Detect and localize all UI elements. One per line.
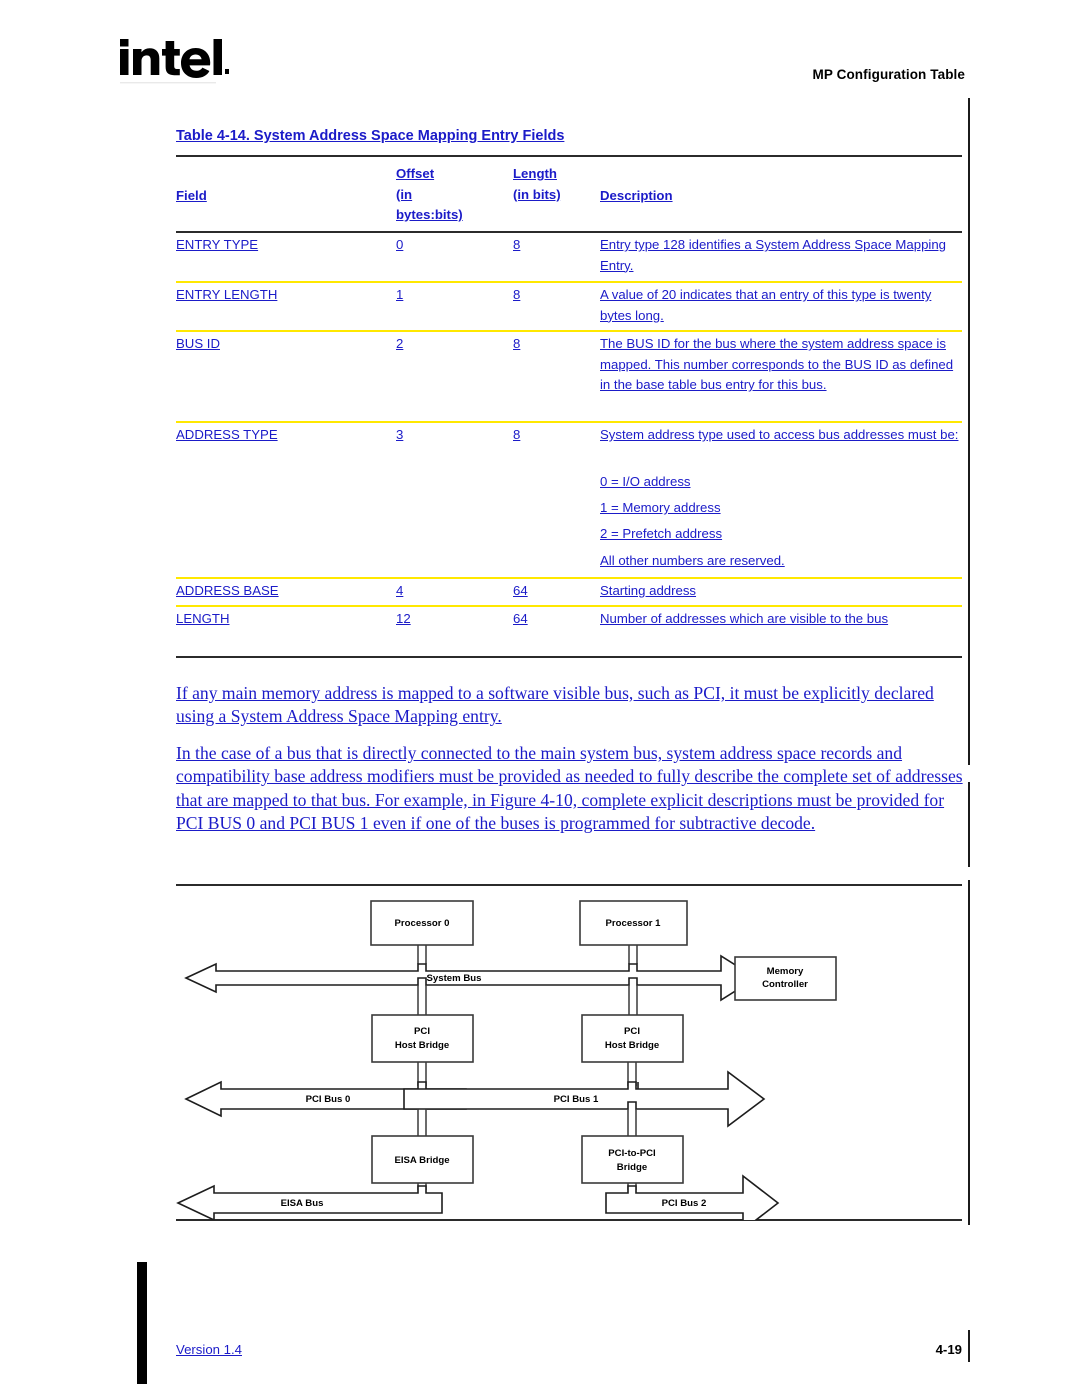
column-header-offset: Offset (in bytes:bits) — [396, 164, 463, 226]
change-bar-figure — [968, 880, 970, 1225]
figure-label-memory-controller-line-1: Memory — [767, 966, 804, 977]
column-header-offset-line-1: Offset — [396, 166, 435, 181]
figure-box-processor-0: Processor 0 — [370, 900, 474, 946]
table-row-length: 8 — [513, 237, 521, 252]
figure-label-pci-bus-0: PCI Bus 0 — [306, 1094, 351, 1105]
table-row-description-item: 1 = Memory address — [600, 500, 721, 515]
figure-rule-top — [176, 884, 962, 886]
table-row-description-item: 0 = I/O address — [600, 474, 691, 489]
table-row-description: A value of 20 indicates that an entry of… — [600, 287, 932, 323]
table-row-description: Number of addresses which are visible to… — [600, 611, 889, 626]
system-bus-block-diagram: .bx { fill:#fff; stroke:#3a3a3a; stroke-… — [176, 890, 962, 1220]
table-rule-row-1 — [176, 281, 962, 283]
column-header-offset-line-3: bytes:bits) — [396, 207, 463, 223]
table-rule-bottom — [176, 656, 962, 658]
running-header-title: MP Configuration Table — [812, 67, 965, 82]
table-row-description-item: 2 = Prefetch address — [600, 526, 723, 541]
figure-label-pci-host-bridge-0-line-2: Host Bridge — [395, 1040, 449, 1051]
change-bar-footer — [968, 1330, 970, 1362]
figure-box-eisa-bridge: EISA Bridge — [371, 1135, 474, 1184]
table-row-offset: 2 — [396, 336, 404, 351]
column-header-description: Description — [600, 188, 673, 203]
table-row-offset: 3 — [396, 427, 404, 442]
figure-box-memory-controller: Memory Controller — [734, 956, 837, 1001]
figure-label-pci-bus-1: PCI Bus 1 — [554, 1094, 599, 1105]
figure-label-pci-host-bridge-0-line-1: PCI — [414, 1026, 430, 1037]
table-row-field: BUS ID — [176, 336, 220, 351]
figure-label-pci-host-bridge-1-line-2: Host Bridge — [605, 1040, 659, 1051]
figure-label-eisa-bus: EISA Bus — [281, 1198, 324, 1209]
table-row-description: System address type used to access bus a… — [600, 427, 959, 442]
table-row-field: ADDRESS BASE — [176, 583, 279, 598]
document-page: MP Configuration Table Table 4-14. Syste… — [0, 0, 1080, 1397]
intel-logo-icon — [118, 33, 230, 87]
figure-label-memory-controller-line-2: Controller — [762, 979, 808, 990]
body-paragraph-2: In the case of a bus that is directly co… — [176, 743, 963, 834]
table-row-length: 8 — [513, 427, 521, 442]
table-row-offset: 4 — [396, 583, 404, 598]
table-row-offset: 1 — [396, 287, 404, 302]
change-bar-left-margin — [137, 1262, 147, 1384]
column-header-length-line-2: (in bits) — [513, 186, 561, 202]
change-bar-table — [968, 98, 970, 765]
figure-bus-system-bus: System Bus — [184, 954, 758, 1002]
table-row-field: ADDRESS TYPE — [176, 427, 278, 442]
table-row-description: Starting address — [600, 583, 697, 598]
figure-bus-pci-bus-1: PCI Bus 1 — [403, 1070, 766, 1128]
table-rule-row-5 — [176, 605, 962, 607]
figure-label-pci-host-bridge-1-line-1: PCI — [624, 1026, 640, 1037]
table-row-description-item: All other numbers are reserved. — [600, 553, 785, 568]
table-row-length: 64 — [513, 611, 528, 626]
table-row-field: ENTRY TYPE — [176, 237, 259, 252]
footer-version: Version 1.4 — [176, 1342, 242, 1357]
table-rule-row-3 — [176, 421, 962, 423]
figure-label-pci-to-pci-bridge-line-2: Bridge — [617, 1162, 647, 1173]
table-row-offset: 0 — [396, 237, 404, 252]
figure-label-pci-bus-2: PCI Bus 2 — [662, 1198, 707, 1209]
table-rule-top — [176, 155, 962, 157]
table-rule-row-4 — [176, 577, 962, 579]
figure-label-eisa-bridge: EISA Bridge — [394, 1155, 449, 1166]
change-bar-body — [968, 782, 970, 867]
figure-box-pci-host-bridge-1: PCI Host Bridge — [581, 1014, 684, 1063]
column-header-offset-line-2: (in — [396, 186, 413, 202]
figure-bus-eisa-bus: EISA Bus — [176, 1184, 443, 1220]
table-row-description: Entry type 128 identifies a System Addre… — [600, 237, 946, 273]
table-caption: Table 4-14. System Address Space Mapping… — [176, 128, 565, 144]
column-header-field: Field — [176, 188, 207, 203]
figure-box-pci-host-bridge-0: PCI Host Bridge — [371, 1014, 474, 1063]
table-row-field: ENTRY LENGTH — [176, 287, 278, 302]
table-row-description: The BUS ID for the bus where the system … — [600, 336, 954, 393]
column-header-length: Length (in bits) — [513, 164, 561, 205]
table-rule-row-2 — [176, 330, 962, 332]
table-row-offset: 12 — [396, 611, 411, 626]
table-row-length: 64 — [513, 583, 528, 598]
figure-box-pci-to-pci-bridge: PCI-to-PCI Bridge — [581, 1135, 684, 1184]
figure-label-processor-1: Processor 1 — [606, 918, 662, 929]
figure-label-processor-0: Processor 0 — [395, 918, 450, 929]
table-row-length: 8 — [513, 287, 521, 302]
footer-page-number: 4-19 — [935, 1342, 962, 1357]
table-row-field: LENGTH — [176, 611, 230, 626]
table-row-length: 8 — [513, 336, 521, 351]
figure-label-system-bus: System Bus — [427, 973, 482, 984]
table-rule-header — [176, 231, 962, 233]
figure-box-processor-1: Processor 1 — [579, 900, 688, 946]
column-header-length-line-1: Length — [513, 166, 557, 181]
figure-label-pci-to-pci-bridge-line-1: PCI-to-PCI — [608, 1148, 656, 1159]
body-paragraph-1: If any main memory address is mapped to … — [176, 683, 934, 727]
